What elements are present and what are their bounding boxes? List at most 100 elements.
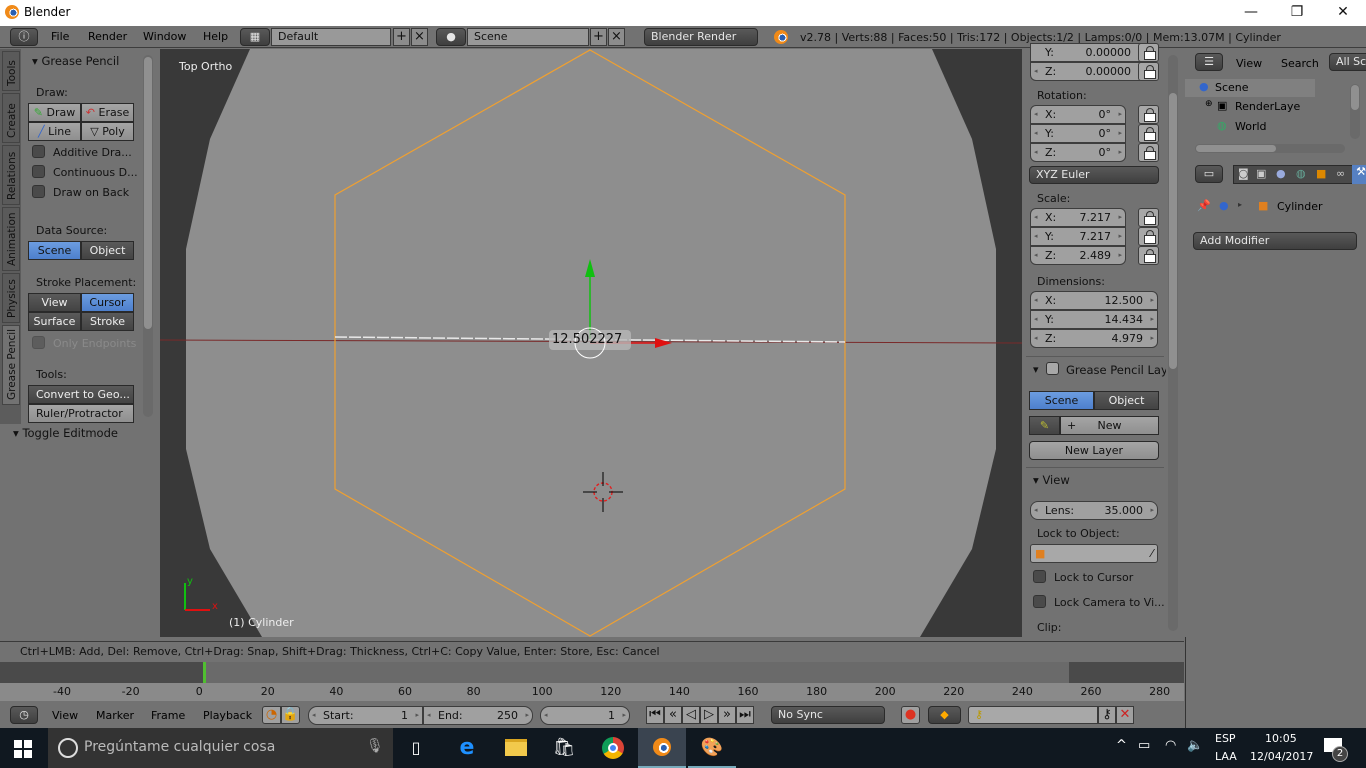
gp-scene-button[interactable]: Scene: [1029, 391, 1094, 410]
add-modifier-dropdown[interactable]: Add Modifier: [1193, 232, 1357, 250]
timeline-menu-view[interactable]: View: [52, 709, 78, 722]
screen-layout-field[interactable]: Default: [271, 28, 391, 46]
battery-icon[interactable]: ▭: [1138, 738, 1150, 753]
outliner-menu-view[interactable]: View: [1236, 57, 1262, 70]
timeline-editor-type-icon[interactable]: ◷: [10, 706, 38, 724]
add-scene-icon[interactable]: +: [590, 28, 607, 46]
scale-x-field[interactable]: ◂ X: 7.217 ▸: [1030, 208, 1126, 227]
erase-button[interactable]: ↶ Erase: [81, 103, 134, 122]
tab-grease-pencil[interactable]: Grease Pencil: [2, 325, 20, 405]
location-y-field[interactable]: Y: 0.00000: [1030, 43, 1146, 62]
task-view-icon[interactable]: ▯: [392, 728, 440, 768]
keying-set-field[interactable]: ⚷: [968, 706, 1098, 724]
dimension-z-field[interactable]: ◂ Z: 4.979 ▸: [1030, 329, 1158, 348]
start-button[interactable]: [14, 740, 32, 758]
blender-taskbar-icon[interactable]: [638, 728, 686, 768]
end-frame-field[interactable]: ◂ End: 250 ▸: [423, 706, 533, 725]
tab-physics[interactable]: Physics: [2, 273, 20, 323]
lock-scale-z-icon[interactable]: [1138, 246, 1159, 265]
placement-stroke-button[interactable]: Stroke: [81, 312, 134, 331]
draw-on-back-checkbox[interactable]: [32, 185, 45, 198]
timeline-area[interactable]: [0, 662, 1184, 683]
jump-to-end-icon[interactable]: ⏭: [736, 706, 754, 724]
panel-header[interactable]: ▾ Grease Pencil: [32, 54, 119, 68]
scale-z-field[interactable]: ◂ Z: 2.489 ▸: [1030, 246, 1126, 265]
constraints-tab-icon[interactable]: ∞: [1336, 167, 1345, 180]
outliner-row-renderlayers[interactable]: ⊕ ▣ RenderLaye: [1185, 98, 1315, 116]
outliner-row-world[interactable]: ◍ World: [1185, 118, 1315, 136]
clock-date[interactable]: 12/04/2017: [1250, 750, 1313, 763]
minimize-button[interactable]: —: [1228, 0, 1274, 26]
tool-panel-scrollbar[interactable]: [143, 55, 153, 417]
render-tab-icon[interactable]: ◙: [1238, 167, 1249, 180]
world-tab-icon[interactable]: ◍: [1296, 167, 1306, 180]
location-z-field[interactable]: ◂Z:0.00000▸: [1030, 62, 1146, 81]
play-reverse-icon[interactable]: ◁: [682, 706, 700, 724]
outliner-h-scrollbar[interactable]: [1195, 144, 1345, 153]
outliner-editor-type-icon[interactable]: ☰: [1195, 53, 1223, 71]
gp-layers-enabled-checkbox[interactable]: [1046, 362, 1059, 375]
data-source-scene-button[interactable]: Scene: [28, 241, 81, 260]
outliner-row-scene[interactable]: ● Scene: [1185, 79, 1315, 97]
scene-tab-icon[interactable]: ●: [1276, 167, 1286, 180]
lock-to-object-field[interactable]: ■ ⁄: [1030, 544, 1158, 563]
current-frame-field[interactable]: ◂ 1 ▸: [540, 706, 630, 725]
timeline-menu-marker[interactable]: Marker: [96, 709, 134, 722]
restore-button[interactable]: ❐: [1274, 0, 1320, 26]
draw-button[interactable]: ✎ Draw: [28, 103, 81, 122]
lock-location-y-icon[interactable]: [1138, 43, 1159, 62]
auto-keyframe-record-icon[interactable]: ●: [901, 706, 920, 724]
editor-type-info-icon[interactable]: ⓘ: [10, 28, 38, 46]
placement-view-button[interactable]: View: [28, 293, 81, 312]
lock-to-cursor-checkbox[interactable]: [1033, 570, 1046, 583]
layout-grid-icon[interactable]: ▦: [240, 28, 270, 46]
only-endpoints-checkbox[interactable]: [32, 336, 45, 349]
pin-icon[interactable]: 📌: [1197, 199, 1211, 212]
additive-drawing-checkbox[interactable]: [32, 145, 45, 158]
menu-file[interactable]: File: [51, 30, 69, 43]
edge-browser-icon[interactable]: e: [443, 728, 491, 768]
jump-to-start-icon[interactable]: ⏮: [646, 706, 664, 724]
wifi-icon[interactable]: ◠: [1165, 738, 1176, 753]
lock-rotation-z-icon[interactable]: [1138, 143, 1159, 162]
gp-new-button[interactable]: + New: [1060, 416, 1159, 435]
language-indicator-bottom[interactable]: LAA: [1215, 750, 1237, 763]
placement-cursor-button[interactable]: Cursor: [81, 293, 134, 312]
continuous-drawing-checkbox[interactable]: [32, 165, 45, 178]
view-panel-header[interactable]: ▾ View: [1033, 473, 1070, 487]
properties-editor-type-icon[interactable]: ▭: [1195, 165, 1223, 183]
menu-help[interactable]: Help: [203, 30, 228, 43]
store-icon[interactable]: 🛍: [540, 728, 588, 768]
delete-keyframe-icon[interactable]: ✕: [1116, 706, 1134, 724]
render-engine-dropdown[interactable]: Blender Render: [644, 28, 758, 46]
outliner-filter-dropdown[interactable]: All Sc: [1329, 53, 1366, 71]
lens-field[interactable]: ◂ Lens: 35.000 ▸: [1030, 501, 1158, 520]
menu-window[interactable]: Window: [143, 30, 186, 43]
keying-mode-icon[interactable]: ◆: [928, 706, 961, 724]
gp-object-button[interactable]: Object: [1094, 391, 1159, 410]
poly-button[interactable]: ▽ Poly: [81, 122, 134, 141]
convert-to-geometry-dropdown[interactable]: Convert to Geo...: [28, 385, 134, 404]
timeline-menu-frame[interactable]: Frame: [151, 709, 185, 722]
play-icon[interactable]: ▷: [700, 706, 718, 724]
jump-to-keyframe-prev-icon[interactable]: «: [664, 706, 682, 724]
data-source-object-button[interactable]: Object: [81, 241, 134, 260]
chrome-icon[interactable]: [589, 728, 637, 768]
render-layers-tab-icon[interactable]: ▣: [1256, 167, 1266, 180]
file-explorer-icon[interactable]: [492, 728, 540, 768]
gp-layers-toggle[interactable]: ▾: [1033, 363, 1039, 376]
outliner-menu-search[interactable]: Search: [1281, 57, 1319, 70]
object-tab-icon[interactable]: ■: [1316, 167, 1326, 180]
lock-location-z-icon[interactable]: [1138, 62, 1159, 81]
add-layout-icon[interactable]: +: [393, 28, 410, 46]
toggle-editmode-panel[interactable]: ▾ Toggle Editmode: [0, 424, 157, 442]
modifiers-tab-icon[interactable]: ⚒: [1352, 165, 1366, 184]
ruler-protractor-button[interactable]: Ruler/Protractor: [28, 404, 134, 423]
insert-keyframe-icon[interactable]: ⚷: [1098, 706, 1116, 724]
scene-icon[interactable]: ●: [436, 28, 466, 46]
sync-mode-dropdown[interactable]: No Sync: [771, 706, 885, 724]
clock-time[interactable]: 10:05: [1265, 732, 1297, 745]
lock-rotation-y-icon[interactable]: [1138, 124, 1159, 143]
scale-y-field[interactable]: ◂ Y: 7.217 ▸: [1030, 227, 1126, 246]
delete-scene-icon[interactable]: ×: [608, 28, 625, 46]
